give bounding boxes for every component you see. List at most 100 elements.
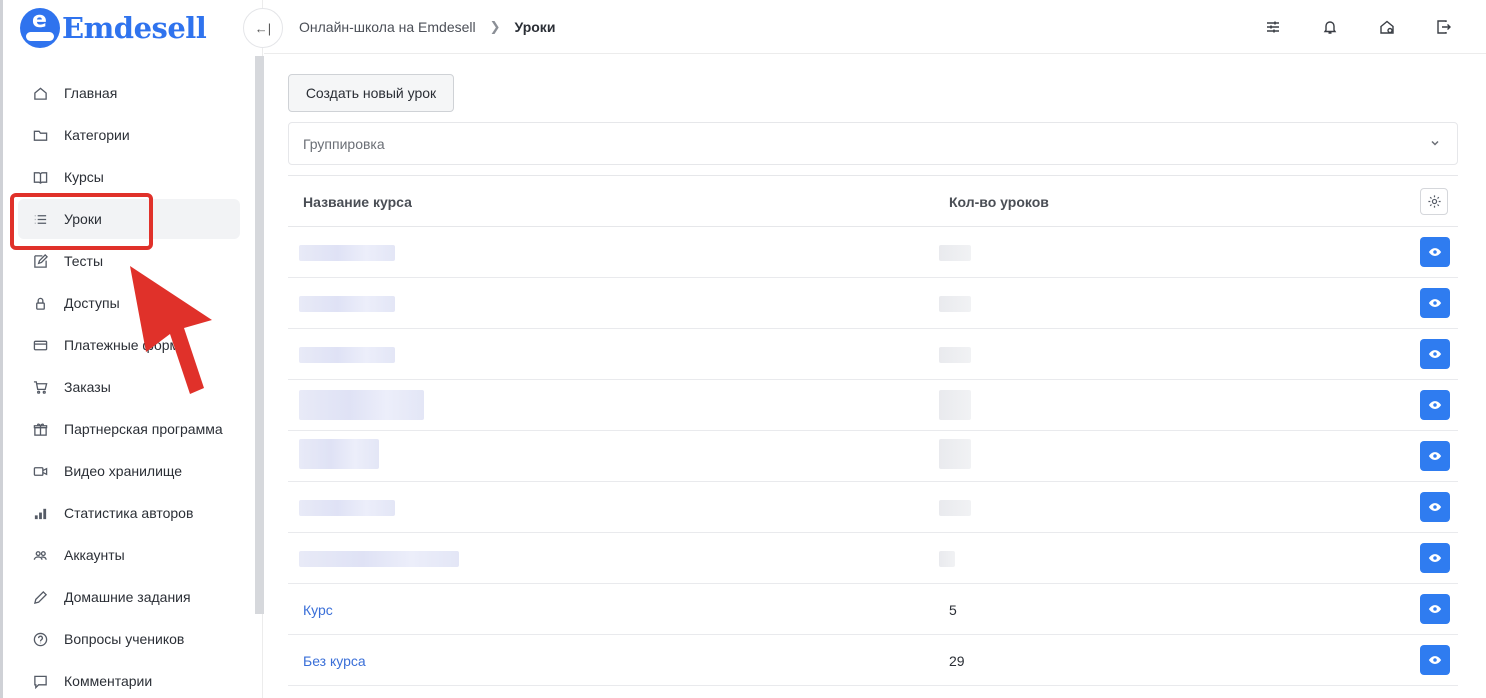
chevron-down-icon [1429,136,1441,152]
filter-settings-icon[interactable] [1261,15,1285,39]
gift-icon [32,421,48,437]
home-settings-icon[interactable] [1375,15,1399,39]
redacted-course-name [299,439,379,469]
sidebar-item-label: Аккаунты [64,547,125,563]
sidebar-scrollbar[interactable] [255,56,264,614]
sidebar-item-label: Статистика авторов [64,505,194,521]
cart-icon [32,379,48,395]
view-button[interactable] [1420,441,1450,471]
sidebar-item-label: Доступы [64,295,120,311]
edit-icon [32,253,48,269]
logout-icon[interactable] [1432,15,1456,39]
gear-icon [1427,195,1441,208]
sidebar-item-label: Домашние задания [64,589,191,605]
table-row [288,482,1458,533]
table-settings-button[interactable] [1420,188,1448,215]
lesson-count: 5 [949,602,957,618]
top-header: Онлайн-школа на Emdesell ❯ Уроки [264,0,1486,54]
sidebar-item-comments[interactable]: Комментарии [18,661,240,698]
redacted-course-name [299,347,395,363]
view-button[interactable] [1420,492,1450,522]
redacted-course-name [299,296,395,312]
eye-icon [1428,554,1442,562]
table-row [288,329,1458,380]
sidebar-item-label: Курсы [64,169,104,185]
annotation-arrow-icon [130,266,212,394]
pen-icon [32,589,48,605]
sidebar-item-homework[interactable]: Домашние задания [18,577,240,617]
column-header-lesson-count[interactable]: Кол-во уроков [949,194,1049,210]
table-row [288,227,1458,278]
home-icon [32,85,48,101]
view-button[interactable] [1420,288,1450,318]
logo-icon: e [20,8,60,48]
view-button[interactable] [1420,594,1450,624]
collapse-sidebar-button[interactable]: ←| [243,8,283,48]
sidebar-item-label: Главная [64,85,118,101]
sidebar-item-partner-program[interactable]: Партнерская программа [18,409,240,449]
breadcrumb-parent-link[interactable]: Онлайн-школа на Emdesell [299,19,476,35]
table-row: Без курса 29 [288,635,1458,686]
redacted-lesson-count [939,500,971,516]
breadcrumb: Онлайн-школа на Emdesell ❯ Уроки [299,19,555,35]
table-row [288,533,1458,584]
create-lesson-button[interactable]: Создать новый урок [288,74,454,112]
redacted-lesson-count [939,245,971,261]
redacted-lesson-count [939,390,971,420]
sidebar-item-student-questions[interactable]: Вопросы учеников [18,619,240,659]
eye-icon [1428,503,1442,511]
book-icon [32,169,48,185]
table-row [288,431,1458,482]
sidebar-item-label: Видео хранилище [64,463,183,479]
course-name-link[interactable]: Курс [303,602,333,618]
redacted-lesson-count [939,439,971,469]
redacted-lesson-count [939,551,955,567]
lesson-count: 29 [949,653,965,669]
eye-icon [1428,452,1442,460]
courses-table: Название курса Кол-во уроков Курс 5 Без … [288,175,1458,686]
logo[interactable]: e Emdesell [20,8,207,48]
table-row: Курс 5 [288,584,1458,635]
grouping-placeholder: Группировка [303,135,385,152]
sidebar-item-home[interactable]: Главная [18,73,240,113]
table-row [288,380,1458,431]
card-icon [32,337,48,353]
table-header: Название курса Кол-во уроков [288,175,1458,227]
course-name-link[interactable]: Без курса [303,653,366,669]
redacted-course-name [299,390,424,420]
view-button[interactable] [1420,237,1450,267]
sidebar-item-video-storage[interactable]: Видео хранилище [18,451,240,491]
sidebar-item-author-stats[interactable]: Статистика авторов [18,493,240,533]
sidebar-item-courses[interactable]: Курсы [18,157,240,197]
eye-icon [1428,299,1442,307]
view-button[interactable] [1420,390,1450,420]
bell-icon[interactable] [1318,15,1342,39]
folder-icon [32,127,48,143]
eye-icon [1428,401,1442,409]
chevron-right-icon: ❯ [489,19,501,34]
eye-icon [1428,248,1442,256]
sidebar-item-accounts[interactable]: Аккаунты [18,535,240,575]
question-icon [32,631,48,647]
grouping-select[interactable]: Группировка [288,122,1458,165]
eye-icon [1428,605,1442,613]
redacted-course-name [299,245,395,261]
redacted-course-name [299,500,395,516]
header-actions [1228,15,1456,39]
column-header-course-name[interactable]: Название курса [303,194,412,210]
sidebar-item-categories[interactable]: Категории [18,115,240,155]
collapse-arrow-icon: ←| [254,20,272,36]
bar-chart-icon [32,505,48,521]
sidebar-item-label: Комментарии [64,673,153,689]
view-button[interactable] [1420,339,1450,369]
lock-icon [32,295,48,311]
redacted-lesson-count [939,296,971,312]
comment-icon [32,673,48,689]
sidebar-item-label: Тесты [64,253,104,269]
video-icon [32,463,48,479]
sidebar-item-label: Категории [64,127,130,143]
view-button[interactable] [1420,543,1450,573]
eye-icon [1428,350,1442,358]
sidebar-item-label: Заказы [64,379,111,395]
view-button[interactable] [1420,645,1450,675]
